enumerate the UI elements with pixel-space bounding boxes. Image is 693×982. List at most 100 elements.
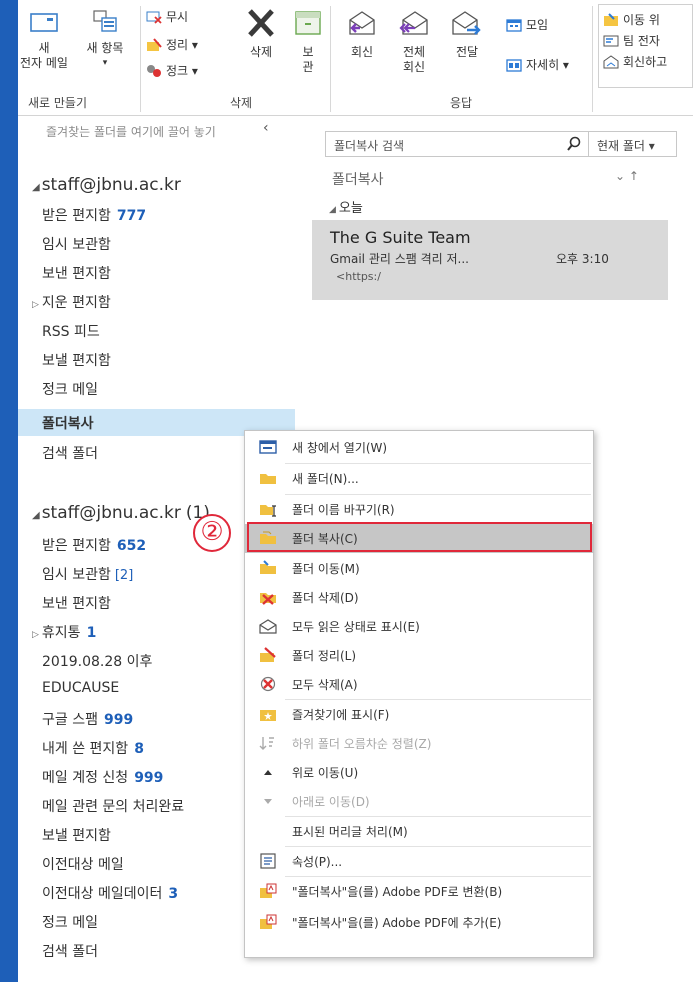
search-input[interactable]: 폴더복사 검색	[325, 131, 589, 157]
message-sender: The G Suite Team	[330, 228, 471, 247]
folder-label: 검색 폴더	[42, 944, 98, 960]
folder-title: 폴더복사	[332, 172, 384, 188]
menu-label: 폴더 삭제(D)	[292, 591, 359, 605]
folder-move-icon	[604, 12, 618, 26]
search-scope-dropdown[interactable]: 현재 폴더 ▾	[589, 131, 677, 157]
meeting-label: 모임	[526, 18, 549, 32]
new-email-button[interactable]: 새 전자 메일	[18, 10, 70, 71]
more-respond-button[interactable]: 자세히 ▾	[506, 56, 569, 73]
account-header-1[interactable]: ◢ staff@jbnu.ac.kr	[32, 175, 181, 195]
forward-icon	[452, 11, 481, 35]
account-header-2[interactable]: ◢ staff@jbnu.ac.kr (1)	[32, 503, 210, 523]
menu-move-down[interactable]: 아래로 이동(D)	[245, 787, 593, 816]
folder-search[interactable]: 검색 폴더	[42, 443, 98, 463]
quick-step-reply-delete[interactable]: 회신하고	[603, 53, 667, 70]
folder-sent[interactable]: 보낸 편지함	[42, 263, 111, 283]
folder-label: 지운 편지함	[41, 295, 111, 311]
menu-mark-all-read[interactable]: 모두 읽은 상태로 표시(E)	[245, 612, 593, 641]
quick-steps-gallery: 이동 위 팀 전자 회신하고	[598, 4, 693, 88]
red-highlight-box	[247, 522, 592, 552]
folder-folder-copy[interactable]: 폴더복사	[42, 413, 94, 433]
folder-drafts[interactable]: 임시 보관함	[42, 234, 111, 254]
account-name: staff@jbnu.ac.kr	[41, 175, 181, 195]
pdf-convert-icon	[260, 883, 277, 898]
folder-junk-2[interactable]: 정크 메일	[42, 912, 98, 932]
folder-inbox-2[interactable]: 받은 편지함 652	[42, 535, 146, 555]
reply-all-label-1: 전체	[402, 45, 426, 59]
menu-move-folder[interactable]: 폴더 이동(M)	[245, 554, 593, 583]
menu-label: 아래로 이동(D)	[292, 795, 370, 809]
unread-count: 777	[116, 208, 147, 224]
reply-all-label-2: 회신	[402, 60, 426, 74]
menu-clean-folder[interactable]: 폴더 정리(L)	[245, 641, 593, 670]
folder-trash-2[interactable]: ▷ 휴지통 1	[32, 622, 96, 642]
folder-rss[interactable]: RSS 피드	[42, 321, 100, 341]
folder-label: 받은 편지함	[42, 538, 111, 554]
menu-label: 속성(P)...	[292, 855, 343, 869]
menu-process-headers[interactable]: 표시된 머리글 처리(M)	[245, 817, 593, 846]
meeting-icon	[506, 18, 522, 32]
folder-outbox[interactable]: 보낼 편지함	[42, 350, 111, 370]
menu-append-pdf[interactable]: "폴더복사"을(를) Adobe PDF에 추가(E)	[245, 908, 593, 937]
folder-label: 메일 관련 문의 처리완료	[42, 799, 185, 815]
folder-inquiry-done[interactable]: 메일 관련 문의 처리완료	[42, 796, 184, 816]
quick-step-team-email-label: 팀 전자	[623, 34, 660, 48]
menu-label: 위로 이동(U)	[292, 766, 359, 780]
menu-label: "폴더복사"을(를) Adobe PDF에 추가(E)	[292, 916, 502, 930]
collapse-pane-button[interactable]: ‹	[263, 120, 269, 136]
menu-delete-all[interactable]: 모두 삭제(A)	[245, 670, 593, 699]
folder-deleted[interactable]: ▷ 지운 편지함	[32, 292, 111, 312]
folder-search-2[interactable]: 검색 폴더	[42, 941, 98, 961]
folder-inbox[interactable]: 받은 편지함 777	[42, 205, 146, 225]
forward-label: 전달	[455, 45, 479, 59]
folder-outbox-2[interactable]: 보낼 편지함	[42, 825, 111, 845]
menu-properties[interactable]: 속성(P)...	[245, 847, 593, 876]
folder-migration-mail[interactable]: 이전대상 메일	[42, 854, 124, 874]
group-header-today[interactable]: ◢ 오늘	[329, 197, 363, 216]
folder-migration-data[interactable]: 이전대상 메일데이터 3	[42, 883, 178, 903]
menu-convert-pdf[interactable]: "폴더복사"을(를) Adobe PDF로 변환(B)	[245, 877, 593, 906]
menu-label: 즐겨찾기에 표시(F)	[292, 708, 390, 722]
menu-label: 새 폴더(N)...	[292, 472, 359, 486]
sort-order-control[interactable]: ⌄ ↑	[615, 169, 639, 183]
junk-label: 정크 ▾	[166, 64, 198, 78]
unread-count: 3	[168, 886, 179, 902]
quick-step-team-email[interactable]: 팀 전자	[603, 32, 660, 49]
menu-move-up[interactable]: 위로 이동(U)	[245, 758, 593, 787]
menu-rename-folder[interactable]: 폴더 이름 바꾸기(R)	[245, 495, 593, 524]
archive-button[interactable]: 보 관	[290, 8, 326, 75]
junk-button[interactable]: 정크 ▾	[146, 62, 198, 79]
message-time: 오후 3:10	[556, 252, 609, 266]
search-icon[interactable]	[566, 136, 582, 152]
forward-button[interactable]: 전달	[444, 8, 490, 60]
folder-self-sent[interactable]: 내게 쓴 편지함 8	[42, 738, 144, 758]
delete-button[interactable]: 삭제	[236, 8, 286, 60]
menu-add-to-favorites[interactable]: 즐겨찾기에 표시(F)	[245, 700, 593, 729]
menu-label: 폴더 정리(L)	[292, 649, 357, 663]
ignore-button[interactable]: 무시	[146, 8, 188, 25]
reply-all-button[interactable]: 전체 회신	[390, 8, 438, 75]
folder-educause[interactable]: EDUCAUSE	[42, 680, 119, 696]
menu-open-new-window[interactable]: 새 창에서 열기(W)	[245, 433, 593, 462]
reply-button[interactable]: 회신	[340, 8, 384, 60]
quick-step-move-to[interactable]: 이동 위	[603, 11, 660, 28]
folder-since-2019[interactable]: 2019.08.28 이후	[42, 651, 152, 671]
expand-triangle-icon[interactable]: ▷	[32, 630, 39, 640]
menu-sort-subfolders[interactable]: 하위 폴더 오름차순 정렬(Z)	[245, 729, 593, 758]
expand-triangle-icon[interactable]: ▷	[32, 300, 39, 310]
menu-delete-folder[interactable]: 폴더 삭제(D)	[245, 583, 593, 612]
folder-label: 2019.08.28 이후	[42, 654, 153, 670]
message-item[interactable]: The G Suite Team Gmail 관리 스팸 격리 저... 오후 …	[312, 220, 668, 300]
folder-junk[interactable]: 정크 메일	[42, 379, 98, 399]
clean-up-button[interactable]: 정리 ▾	[146, 36, 198, 53]
envelope-icon	[30, 13, 58, 32]
reply-delete-icon	[603, 54, 619, 68]
delete-label: 삭제	[249, 45, 273, 59]
new-items-button[interactable]: 새 항목 ▾	[76, 8, 134, 71]
folder-google-spam[interactable]: 구글 스팸 999	[42, 709, 133, 729]
folder-account-request[interactable]: 메일 계정 신청 999	[42, 767, 163, 787]
folder-drafts-2[interactable]: 임시 보관함 [2]	[42, 564, 133, 584]
folder-sent-2[interactable]: 보낸 편지함	[42, 593, 111, 613]
menu-new-folder[interactable]: 새 폴더(N)...	[245, 464, 593, 493]
meeting-button[interactable]: 모임	[506, 16, 548, 33]
